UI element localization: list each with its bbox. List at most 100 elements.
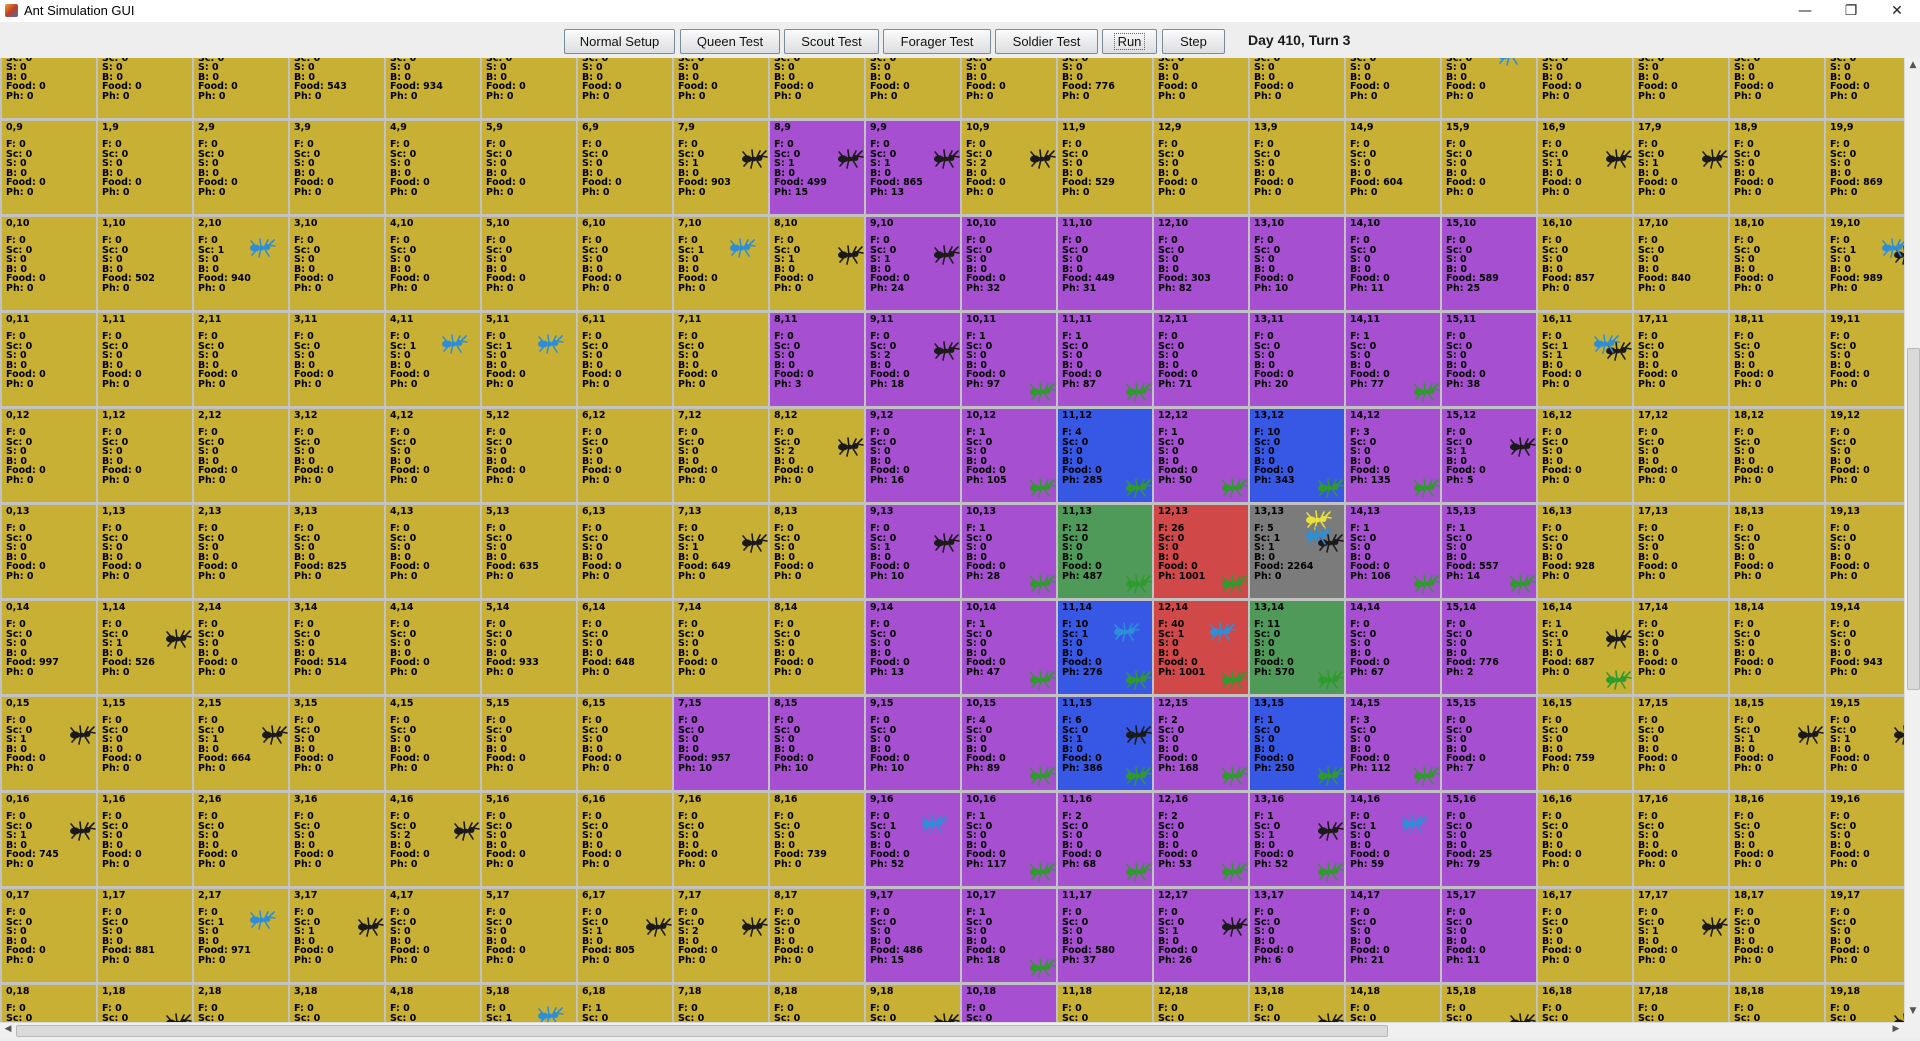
scroll-up-arrow-icon[interactable]: ▲ [1905, 60, 1920, 70]
grid-cell[interactable]: 1,17 F: 0 Sc: 0 S: 0 B: 0 Food: 881 Ph: 0 [98, 889, 192, 982]
grid-cell[interactable]: 19,18F: 0Sc: 0S: 0B: 0Food: 0Ph: 0 [1826, 985, 1904, 1022]
grid-cell[interactable]: 0,13 F: 0 Sc: 0 S: 0 B: 0 Food: 0 Ph: 0 [2, 505, 96, 598]
grid-cell[interactable]: 3,16 F: 0 Sc: 0 S: 0 B: 0 Food: 0 Ph: 0 [290, 793, 384, 886]
grid-cell[interactable]: 4,12 F: 0 Sc: 0 S: 0 B: 0 Food: 0 Ph: 0 [386, 409, 480, 502]
grid-cell[interactable]: 1,9 F: 0 Sc: 0 S: 0 B: 0 Food: 0 Ph: 0 [98, 121, 192, 214]
grid-cell[interactable]: 16,8F: 0Sc: 0S: 0B: 0Food: 0Ph: 0 [1538, 58, 1632, 118]
grid-cell[interactable]: 3,14 F: 0 Sc: 0 S: 0 B: 0 Food: 514 Ph: 0 [290, 601, 384, 694]
grid-cell[interactable]: 3,8F: 0Sc: 0S: 0B: 0Food: 543Ph: 0 [290, 58, 384, 118]
forager-test-button[interactable]: Forager Test [883, 29, 991, 54]
grid-cell[interactable]: 13,10 F: 0 Sc: 0 S: 0 B: 0 Food: 0 Ph: 10 [1250, 217, 1344, 310]
grid-cell[interactable]: 2,12 F: 0 Sc: 0 S: 0 B: 0 Food: 0 Ph: 0 [194, 409, 288, 502]
soldier-test-button[interactable]: Soldier Test [995, 29, 1098, 54]
grid-cell[interactable]: 11,18F: 0Sc: 0S: 0B: 0Food: 0Ph: 0 [1058, 985, 1152, 1022]
grid-cell[interactable]: 3,17 F: 0 Sc: 0 S: 1 B: 0 Food: 0 Ph: 0 [290, 889, 384, 982]
grid-cell[interactable]: 1,8F: 0Sc: 0S: 0B: 0Food: 0Ph: 0 [98, 58, 192, 118]
grid-cell[interactable]: 0,14 F: 0 Sc: 0 S: 0 B: 0 Food: 997 Ph: 0 [2, 601, 96, 694]
grid-cell[interactable]: 7,14 F: 0 Sc: 0 S: 0 B: 0 Food: 0 Ph: 0 [674, 601, 768, 694]
grid-cell[interactable]: 15,9 F: 0 Sc: 0 S: 0 B: 0 Food: 0 Ph: 0 [1442, 121, 1536, 214]
grid-cell[interactable]: 18,10 F: 0 Sc: 0 S: 0 B: 0 Food: 0 Ph: 0 [1730, 217, 1824, 310]
grid-cell[interactable]: 9,15 F: 0 Sc: 0 S: 0 B: 0 Food: 0 Ph: 10 [866, 697, 960, 790]
grid-cell[interactable]: 3,15 F: 0 Sc: 0 S: 0 B: 0 Food: 0 Ph: 0 [290, 697, 384, 790]
grid-cell[interactable]: 3,10 F: 0 Sc: 0 S: 0 B: 0 Food: 0 Ph: 0 [290, 217, 384, 310]
horizontal-scrollbar[interactable]: ◀ ▶ [0, 1022, 1904, 1038]
close-button[interactable]: ✕ [1874, 0, 1920, 22]
grid-cell[interactable]: 5,14 F: 0 Sc: 0 S: 0 B: 0 Food: 933 Ph: 0 [482, 601, 576, 694]
grid-cell[interactable]: 9,8F: 0Sc: 0S: 0B: 0Food: 0Ph: 0 [866, 58, 960, 118]
grid-cell[interactable]: 13,17 F: 0 Sc: 0 S: 0 B: 0 Food: 0 Ph: 6 [1250, 889, 1344, 982]
grid-cell[interactable]: 16,9 F: 0 Sc: 0 S: 1 B: 0 Food: 0 Ph: 0 [1538, 121, 1632, 214]
grid-cell[interactable]: 9,12 F: 0 Sc: 0 S: 0 B: 0 Food: 0 Ph: 16 [866, 409, 960, 502]
grid-cell[interactable]: 2,18F: 0Sc: 0S: 0B: 0Food: 0Ph: 0 [194, 985, 288, 1022]
grid-cell[interactable]: 2,9 F: 0 Sc: 0 S: 0 B: 0 Food: 0 Ph: 0 [194, 121, 288, 214]
grid-cell[interactable]: 9,13 F: 0 Sc: 0 S: 1 B: 0 Food: 0 Ph: 10 [866, 505, 960, 598]
grid-cell[interactable]: 10,11 F: 1 Sc: 0 S: 0 B: 0 Food: 0 Ph: 97 [962, 313, 1056, 406]
grid-cell[interactable]: 19,17 F: 0 Sc: 0 S: 0 B: 0 Food: 0 Ph: 0 [1826, 889, 1904, 982]
grid-cell[interactable]: 18,15 F: 0 Sc: 0 S: 1 B: 0 Food: 0 Ph: 0 [1730, 697, 1824, 790]
grid-cell[interactable]: 12,15 F: 2 Sc: 0 S: 0 B: 0 Food: 0 Ph: 168 [1154, 697, 1248, 790]
grid-cell[interactable]: 7,15 F: 0 Sc: 0 S: 0 B: 0 Food: 957 Ph: 10 [674, 697, 768, 790]
grid-cell[interactable]: 10,16 F: 1 Sc: 0 S: 0 B: 0 Food: 0 Ph: 117 [962, 793, 1056, 886]
grid-cell[interactable]: 11,17 F: 0 Sc: 0 S: 0 B: 0 Food: 580 Ph: 37 [1058, 889, 1152, 982]
grid-cell[interactable]: 9,18F: 0Sc: 0S: 1B: 0Food: 0Ph: 0 [866, 985, 960, 1022]
grid-cell[interactable]: 1,16 F: 0 Sc: 0 S: 0 B: 0 Food: 0 Ph: 0 [98, 793, 192, 886]
step-button[interactable]: Step [1162, 29, 1225, 54]
grid-cell[interactable]: 16,16 F: 0 Sc: 0 S: 0 B: 0 Food: 0 Ph: 0 [1538, 793, 1632, 886]
grid-cell[interactable]: 11,14 F: 10 Sc: 1 S: 0 B: 0 Food: 0 Ph: 276 [1058, 601, 1152, 694]
grid-cell[interactable]: 8,8F: 0Sc: 0S: 0B: 0Food: 0Ph: 0 [770, 58, 864, 118]
grid-cell[interactable]: 8,13 F: 0 Sc: 0 S: 0 B: 0 Food: 0 Ph: 0 [770, 505, 864, 598]
grid-cell[interactable]: 16,11 F: 0 Sc: 1 S: 1 B: 0 Food: 0 Ph: 0 [1538, 313, 1632, 406]
grid-cell[interactable]: 4,11 F: 0 Sc: 1 S: 0 B: 0 Food: 0 Ph: 0 [386, 313, 480, 406]
grid-cell[interactable]: 2,17 F: 0 Sc: 1 S: 0 B: 0 Food: 971 Ph: 0 [194, 889, 288, 982]
grid-cell[interactable]: 14,9 F: 0 Sc: 0 S: 0 B: 0 Food: 604 Ph: 0 [1346, 121, 1440, 214]
grid-cell[interactable]: 7,17 F: 0 Sc: 0 S: 2 B: 0 Food: 0 Ph: 0 [674, 889, 768, 982]
grid-cell[interactable]: 4,9 F: 0 Sc: 0 S: 0 B: 0 Food: 0 Ph: 0 [386, 121, 480, 214]
grid-cell[interactable]: 15,17 F: 0 Sc: 0 S: 0 B: 0 Food: 0 Ph: 11 [1442, 889, 1536, 982]
scroll-down-arrow-icon[interactable]: ▼ [1905, 1006, 1920, 1016]
grid-cell[interactable]: 13,16 F: 1 Sc: 0 S: 1 B: 0 Food: 0 Ph: 52 [1250, 793, 1344, 886]
grid-cell[interactable]: 11,11 F: 1 Sc: 0 S: 0 B: 0 Food: 0 Ph: 87 [1058, 313, 1152, 406]
grid-cell[interactable]: 4,8F: 0Sc: 0S: 0B: 0Food: 934Ph: 0 [386, 58, 480, 118]
grid-cell[interactable]: 12,17 F: 0 Sc: 0 S: 1 B: 0 Food: 0 Ph: 26 [1154, 889, 1248, 982]
grid-cell[interactable]: 5,8F: 0Sc: 0S: 0B: 0Food: 0Ph: 0 [482, 58, 576, 118]
grid-cell[interactable]: 7,8F: 0Sc: 0S: 0B: 0Food: 0Ph: 0 [674, 58, 768, 118]
grid-cell[interactable]: 19,14 F: 0 Sc: 0 S: 0 B: 0 Food: 943 Ph: 0 [1826, 601, 1904, 694]
grid-cell[interactable]: 1,11 F: 0 Sc: 0 S: 0 B: 0 Food: 0 Ph: 0 [98, 313, 192, 406]
grid-cell[interactable]: 12,14 F: 40 Sc: 1 S: 0 B: 0 Food: 0 Ph: 1001 [1154, 601, 1248, 694]
grid-cell[interactable]: 2,13 F: 0 Sc: 0 S: 0 B: 0 Food: 0 Ph: 0 [194, 505, 288, 598]
grid-cell[interactable]: 17,18F: 0Sc: 0S: 0B: 0Food: 0Ph: 0 [1634, 985, 1728, 1022]
minimize-button[interactable]: — [1782, 0, 1828, 22]
grid-cell[interactable]: 8,17 F: 0 Sc: 0 S: 0 B: 0 Food: 0 Ph: 0 [770, 889, 864, 982]
grid-cell[interactable]: 16,10 F: 0 Sc: 0 S: 0 B: 0 Food: 857 Ph: 0 [1538, 217, 1632, 310]
grid-cell[interactable]: 2,15 F: 0 Sc: 0 S: 1 B: 0 Food: 664 Ph: 0 [194, 697, 288, 790]
grid-cell[interactable]: 1,14 F: 0 Sc: 0 S: 1 B: 0 Food: 526 Ph: 0 [98, 601, 192, 694]
grid-cell[interactable]: 14,13 F: 1 Sc: 0 S: 0 B: 0 Food: 0 Ph: 106 [1346, 505, 1440, 598]
grid-cell[interactable]: 5,10 F: 0 Sc: 0 S: 0 B: 0 Food: 0 Ph: 0 [482, 217, 576, 310]
grid-cell[interactable]: 17,10 F: 0 Sc: 0 S: 0 B: 0 Food: 840 Ph: 0 [1634, 217, 1728, 310]
grid-cell[interactable]: 12,18F: 0Sc: 0S: 0B: 0Food: 0Ph: 0 [1154, 985, 1248, 1022]
grid-cell[interactable]: 15,12 F: 0 Sc: 0 S: 1 B: 0 Food: 0 Ph: 5 [1442, 409, 1536, 502]
grid-cell[interactable]: 2,10 F: 0 Sc: 1 S: 0 B: 0 Food: 940 Ph: 0 [194, 217, 288, 310]
grid-cell[interactable]: 7,18F: 0Sc: 0S: 0B: 0Food: 0Ph: 0 [674, 985, 768, 1022]
grid-cell[interactable]: 7,13 F: 0 Sc: 0 S: 1 B: 0 Food: 649 Ph: 0 [674, 505, 768, 598]
grid-cell[interactable]: 10,9 F: 0 Sc: 0 S: 2 B: 0 Food: 0 Ph: 0 [962, 121, 1056, 214]
grid-cell[interactable]: 14,15 F: 3 Sc: 0 S: 0 B: 0 Food: 0 Ph: 112 [1346, 697, 1440, 790]
grid-cell[interactable]: 0,15 F: 0 Sc: 0 S: 1 B: 0 Food: 0 Ph: 0 [2, 697, 96, 790]
grid-cell[interactable]: 0,16 F: 0 Sc: 0 S: 1 B: 0 Food: 745 Ph: 0 [2, 793, 96, 886]
grid-cell[interactable]: 17,8F: 0Sc: 0S: 0B: 0Food: 0Ph: 0 [1634, 58, 1728, 118]
grid-cell[interactable]: 10,8F: 0Sc: 0S: 0B: 0Food: 0Ph: 0 [962, 58, 1056, 118]
grid-cell[interactable]: 0,18F: 0Sc: 0S: 0B: 0Food: 0Ph: 0 [2, 985, 96, 1022]
grid-cell[interactable]: 17,14 F: 0 Sc: 0 S: 0 B: 0 Food: 0 Ph: 0 [1634, 601, 1728, 694]
horizontal-scroll-thumb[interactable] [16, 1025, 1388, 1037]
grid-cell[interactable]: 5,17 F: 0 Sc: 0 S: 0 B: 0 Food: 0 Ph: 0 [482, 889, 576, 982]
grid-cell[interactable]: 13,9 F: 0 Sc: 0 S: 0 B: 0 Food: 0 Ph: 0 [1250, 121, 1344, 214]
grid-cell[interactable]: 11,10 F: 0 Sc: 0 S: 0 B: 0 Food: 449 Ph: 31 [1058, 217, 1152, 310]
grid-cell[interactable]: 15,10 F: 0 Sc: 0 S: 0 B: 0 Food: 589 Ph: 25 [1442, 217, 1536, 310]
grid-cell[interactable]: 6,18F: 1Sc: 0S: 0B: 0Food: 0Ph: 0 [578, 985, 672, 1022]
grid-cell[interactable]: 14,10 F: 0 Sc: 0 S: 0 B: 0 Food: 0 Ph: 11 [1346, 217, 1440, 310]
grid-cell[interactable]: 19,16 F: 0 Sc: 0 S: 0 B: 0 Food: 0 Ph: 0 [1826, 793, 1904, 886]
grid-cell[interactable]: 9,14 F: 0 Sc: 0 S: 0 B: 0 Food: 0 Ph: 13 [866, 601, 960, 694]
grid-cell[interactable]: 15,18F: 0Sc: 0S: 1B: 0Food: 0Ph: 0 [1442, 985, 1536, 1022]
grid-cell[interactable]: 6,13 F: 0 Sc: 0 S: 0 B: 0 Food: 0 Ph: 0 [578, 505, 672, 598]
grid-cell[interactable]: 12,16 F: 2 Sc: 0 S: 0 B: 0 Food: 0 Ph: 53 [1154, 793, 1248, 886]
